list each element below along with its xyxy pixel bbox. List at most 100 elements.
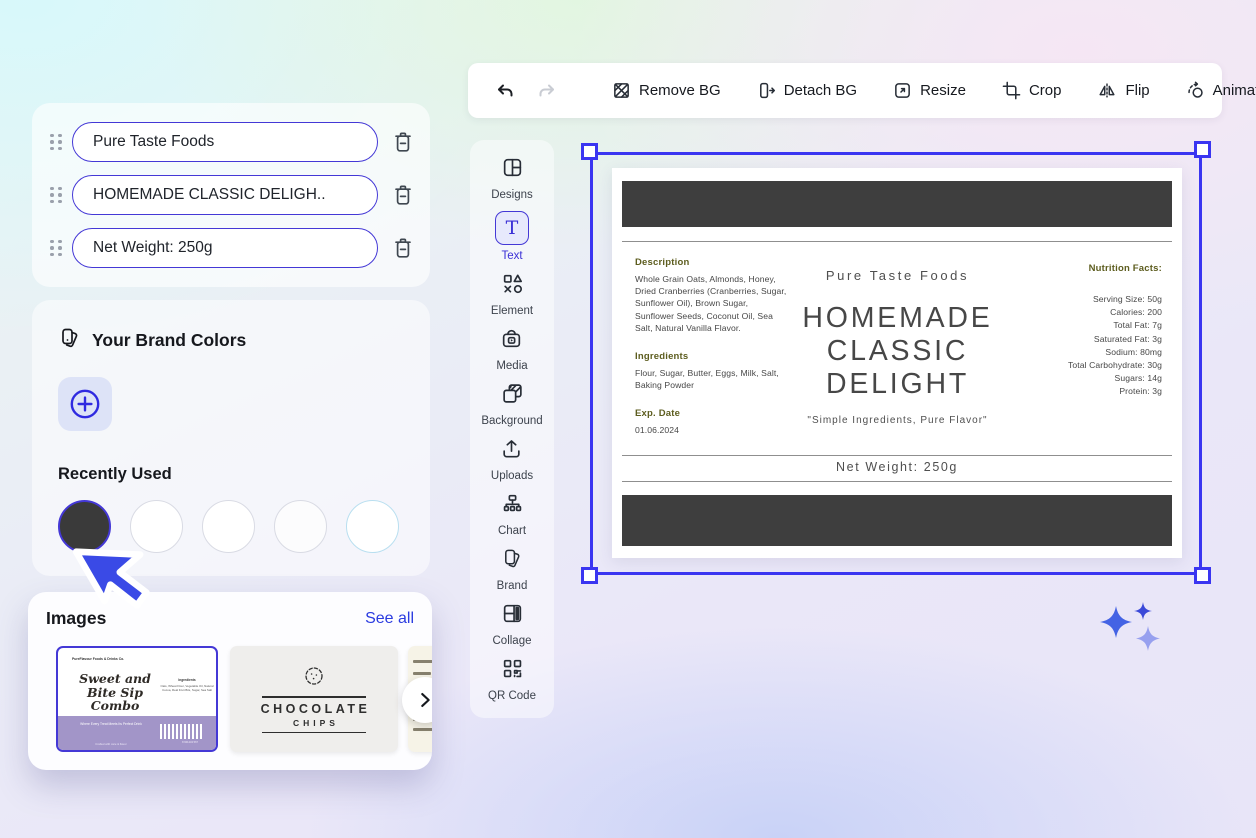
- text-bar: [413, 672, 431, 675]
- thumbnail-sweet-bite-combo[interactable]: PureFlavour Foods & Drinks Co. Sweet and…: [56, 646, 218, 752]
- trash-icon[interactable]: [392, 183, 414, 207]
- sidebar-item-element[interactable]: Element: [491, 272, 533, 317]
- remove-bg-icon: [612, 81, 631, 100]
- flip-label: Flip: [1125, 82, 1149, 99]
- animate-label: Animate: [1213, 82, 1256, 99]
- thumb1-title: Sweet and Bite Sip Combo: [66, 672, 164, 713]
- rule-line: [262, 696, 366, 698]
- images-title: Images: [46, 608, 106, 629]
- brand-swatches-icon: [58, 326, 82, 355]
- media-icon: [500, 327, 523, 355]
- designs-icon: [501, 156, 524, 184]
- sidebar-item-uploads[interactable]: Uploads: [491, 437, 533, 482]
- text-bar: [413, 728, 432, 731]
- image-thumbnails-row: PureFlavour Foods & Drinks Co. Sweet and…: [44, 646, 416, 754]
- sidebar-item-media[interactable]: Media: [496, 327, 527, 372]
- text-input-title[interactable]: [93, 186, 357, 204]
- text-input-weight: [72, 228, 378, 268]
- recent-colors-row: [58, 500, 404, 553]
- remove-bg-button[interactable]: Remove BG: [612, 81, 721, 100]
- thumb2-title: CHOCOLATE: [258, 702, 371, 716]
- thumb1-company: PureFlavour Foods & Drinks Co.: [72, 657, 124, 661]
- uploads-icon: [500, 437, 523, 465]
- trash-icon[interactable]: [392, 236, 414, 260]
- see-all-link[interactable]: See all: [365, 610, 414, 628]
- text-input-brand[interactable]: [93, 133, 357, 151]
- flip-button[interactable]: Flip: [1097, 81, 1149, 100]
- sidebar-item-text[interactable]: T Text: [495, 211, 529, 262]
- color-swatch[interactable]: [274, 500, 327, 553]
- detach-bg-icon: [757, 81, 776, 100]
- thumbnail-chocolate-chips[interactable]: CHOCOLATE CHIPS: [230, 646, 398, 752]
- animate-icon: [1186, 81, 1205, 100]
- add-brand-color-button[interactable]: [58, 377, 112, 431]
- element-icon: [501, 272, 524, 300]
- undo-icon[interactable]: [494, 80, 516, 102]
- text-input-wrap: [72, 122, 378, 162]
- flip-icon: [1097, 81, 1117, 100]
- text-input-netweight[interactable]: [93, 239, 357, 257]
- thumb1-tagline: Where Every Treat Meets Its Perfect Drin…: [72, 722, 150, 727]
- color-swatch[interactable]: [202, 500, 255, 553]
- trash-icon[interactable]: [392, 130, 414, 154]
- text-bar: [413, 660, 432, 663]
- chart-icon: [501, 492, 524, 520]
- redo-icon[interactable]: [536, 80, 558, 102]
- animate-button[interactable]: Animate: [1186, 81, 1256, 100]
- sidebar-item-background[interactable]: Background: [481, 382, 542, 427]
- recently-used-label: Recently Used: [58, 465, 404, 484]
- resize-label: Resize: [920, 82, 966, 99]
- thumb1-ingredients-body: Oats, Wheat Flour, Vegetable Oil, Natura…: [158, 684, 216, 693]
- thumb1-barcode-label: 8 901234 567: [182, 741, 198, 744]
- sidebar-item-designs[interactable]: Designs: [491, 156, 533, 201]
- images-panel: Images See all PureFlavour Foods & Drink…: [28, 592, 432, 770]
- carousel-next-button[interactable]: [402, 677, 432, 723]
- ai-sparkles-icon: [1096, 598, 1168, 665]
- brand-colors-title: Your Brand Colors: [92, 330, 246, 351]
- rule-line: [262, 732, 366, 734]
- text-input-wrap: [72, 175, 378, 215]
- drag-handle-icon[interactable]: [48, 187, 64, 204]
- top-toolbar: Remove BG Detach BG Resize: [468, 63, 1222, 118]
- resize-handle-bottom-right[interactable]: [1194, 567, 1211, 584]
- collage-icon: [501, 602, 524, 630]
- brand-icon: [501, 547, 524, 575]
- drag-handle-icon[interactable]: [48, 240, 64, 257]
- app-canvas: Remove BG Detach BG Resize: [0, 0, 1256, 838]
- crop-icon: [1002, 81, 1021, 100]
- text-layer-row: [46, 228, 414, 268]
- background-icon: [501, 382, 524, 410]
- text-layer-row: [46, 175, 414, 215]
- resize-handle-top-left[interactable]: [581, 143, 598, 160]
- detach-bg-label: Detach BG: [784, 82, 857, 99]
- barcode: [160, 724, 204, 739]
- text-icon: T: [495, 211, 529, 245]
- crop-button[interactable]: Crop: [1002, 81, 1062, 100]
- thumb2-subtitle: CHIPS: [289, 718, 339, 728]
- resize-handle-bottom-left[interactable]: [581, 567, 598, 584]
- thumb1-purple-band: Where Every Treat Meets Its Perfect Drin…: [58, 716, 216, 750]
- resize-button[interactable]: Resize: [893, 81, 966, 100]
- qr-code-icon: [501, 657, 524, 685]
- sidebar-item-qr-code[interactable]: QR Code: [488, 657, 536, 702]
- crop-label: Crop: [1029, 82, 1062, 99]
- color-swatch[interactable]: [130, 500, 183, 553]
- brand-colors-panel: Your Brand Colors Recently Used: [32, 300, 430, 576]
- thumb1-footer: Crafted with care & flavor: [84, 742, 138, 746]
- text-layer-row: [46, 122, 414, 162]
- sidebar-item-brand[interactable]: Brand: [497, 547, 528, 592]
- selection-bounding-box[interactable]: [590, 152, 1202, 575]
- chevron-right-icon: [414, 689, 432, 711]
- tools-sidebar: Designs T Text Element Media: [470, 140, 554, 718]
- detach-bg-button[interactable]: Detach BG: [757, 81, 857, 100]
- cookie-icon: [303, 665, 325, 692]
- remove-bg-label: Remove BG: [639, 82, 721, 99]
- resize-icon: [893, 81, 912, 100]
- sidebar-item-collage[interactable]: Collage: [493, 602, 532, 647]
- color-swatch-dark[interactable]: [58, 500, 111, 553]
- sidebar-item-chart[interactable]: Chart: [498, 492, 526, 537]
- resize-handle-top-right[interactable]: [1194, 141, 1211, 158]
- drag-handle-icon[interactable]: [48, 134, 64, 151]
- color-swatch[interactable]: [346, 500, 399, 553]
- text-layers-panel: [32, 103, 430, 287]
